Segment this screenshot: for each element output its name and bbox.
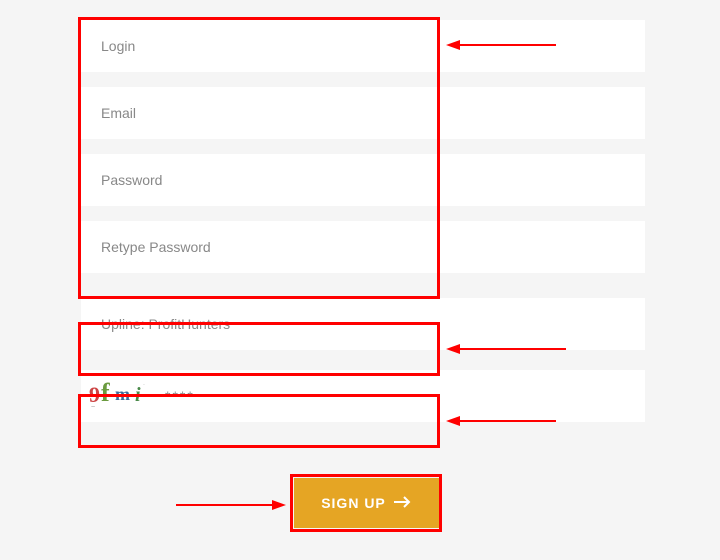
captcha-input[interactable] <box>155 370 645 422</box>
annotation-arrow-button <box>176 498 286 512</box>
email-field-wrap <box>81 87 645 139</box>
signup-button-label: SIGN UP <box>321 495 386 511</box>
email-input[interactable] <box>81 87 645 139</box>
signup-form: Upline: ProfitHunters 9 f m i ~ . <box>81 20 645 437</box>
retype-password-field-wrap <box>81 221 645 273</box>
login-field-wrap <box>81 20 645 72</box>
captcha-image: 9 f m i ~ . <box>87 376 155 416</box>
arrow-right-icon <box>394 495 412 511</box>
login-input[interactable] <box>81 20 645 72</box>
password-input[interactable] <box>81 154 645 206</box>
upline-text: Upline: ProfitHunters <box>81 316 250 332</box>
retype-password-input[interactable] <box>81 221 645 273</box>
password-field-wrap <box>81 154 645 206</box>
signup-button[interactable]: SIGN UP <box>294 478 439 528</box>
upline-field-wrap: Upline: ProfitHunters <box>81 298 645 350</box>
captcha-field-wrap: 9 f m i ~ . <box>81 370 645 422</box>
